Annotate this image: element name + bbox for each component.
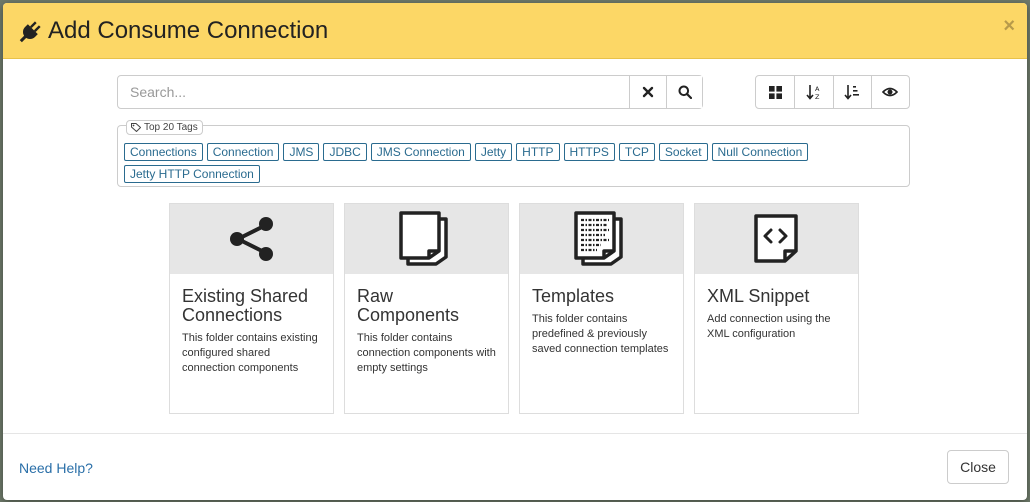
dialog-footer: Need Help? Close <box>3 433 1027 500</box>
search-button[interactable] <box>666 76 702 108</box>
card-icon-area <box>520 204 683 274</box>
tag-https[interactable]: HTTPS <box>563 143 615 161</box>
search-icon <box>678 85 692 99</box>
add-consume-connection-dialog: Add Consume Connection × AZ Top 20 Tags <box>3 3 1027 500</box>
svg-text:A: A <box>815 85 820 93</box>
sort-amount-button[interactable] <box>832 76 871 108</box>
tags-legend-label: Top 20 Tags <box>144 122 198 133</box>
tag-icon <box>131 123 141 132</box>
template-pages-icon <box>573 211 623 266</box>
tag-jms[interactable]: JMS <box>283 143 320 161</box>
card-description: This folder contains existing configured… <box>182 332 318 374</box>
blank-pages-icon <box>398 211 448 266</box>
plug-icon <box>19 21 41 43</box>
svg-text:Z: Z <box>815 93 820 100</box>
need-help-link[interactable]: Need Help? <box>19 460 93 476</box>
tag-tcp[interactable]: TCP <box>618 143 655 161</box>
tags-list: Connections Connection JMS JDBC JMS Conn… <box>124 143 904 183</box>
card-icon-area <box>170 204 333 274</box>
card-icon-area <box>345 204 508 274</box>
card-title: Templates <box>532 286 615 306</box>
grid-view-button[interactable] <box>756 76 794 108</box>
tag-connections[interactable]: Connections <box>124 143 203 161</box>
clear-search-button[interactable] <box>629 76 666 108</box>
tag-jetty[interactable]: Jetty <box>474 143 513 161</box>
sort-amount-icon <box>844 85 860 100</box>
card-title: XML Snippet <box>707 286 810 306</box>
tags-panel: Top 20 Tags Connections Connection JMS J… <box>117 120 910 187</box>
card-existing-shared-connections[interactable]: Existing Shared Connections This folder … <box>169 203 334 414</box>
grid-icon <box>768 85 782 99</box>
toggle-visibility-button[interactable] <box>870 76 909 108</box>
search-group <box>117 75 703 109</box>
tag-jdbc[interactable]: JDBC <box>323 143 367 161</box>
card-title: Existing Shared Connections <box>182 286 309 325</box>
sort-alpha-button[interactable]: AZ <box>794 76 832 108</box>
dialog-title: Add Consume Connection <box>48 17 329 44</box>
tag-jms-connection[interactable]: JMS Connection <box>370 143 471 161</box>
code-page-icon <box>753 214 798 263</box>
dialog-header: Add Consume Connection × <box>3 3 1027 59</box>
clear-icon <box>642 86 654 98</box>
folder-cards: Existing Shared Connections This folder … <box>169 203 859 414</box>
tag-socket[interactable]: Socket <box>658 143 708 161</box>
eye-icon <box>882 87 899 97</box>
tag-null-connection[interactable]: Null Connection <box>711 143 809 161</box>
tags-legend: Top 20 Tags <box>126 120 203 135</box>
sort-alpha-icon: AZ <box>806 85 820 100</box>
dialog-close-icon[interactable]: × <box>1003 15 1015 38</box>
card-raw-components[interactable]: Raw Components This folder contains conn… <box>344 203 509 414</box>
card-templates[interactable]: Templates This folder contains predefine… <box>519 203 684 414</box>
card-icon-area <box>695 204 858 274</box>
tag-http[interactable]: HTTP <box>516 143 560 161</box>
card-description: This folder contains predefined & previo… <box>532 313 669 355</box>
card-xml-snippet[interactable]: XML Snippet Add connection using the XML… <box>694 203 859 414</box>
card-description: Add connection using the XML configurati… <box>707 313 831 340</box>
card-description: This folder contains connection componen… <box>357 332 496 374</box>
share-icon <box>229 217 273 261</box>
tag-jetty-http-connection[interactable]: Jetty HTTP Connection <box>124 165 260 183</box>
view-options-group: AZ <box>755 75 910 109</box>
card-title: Raw Components <box>357 286 460 325</box>
tag-connection[interactable]: Connection <box>206 143 280 161</box>
close-button[interactable]: Close <box>947 450 1009 484</box>
search-input[interactable] <box>118 76 629 108</box>
